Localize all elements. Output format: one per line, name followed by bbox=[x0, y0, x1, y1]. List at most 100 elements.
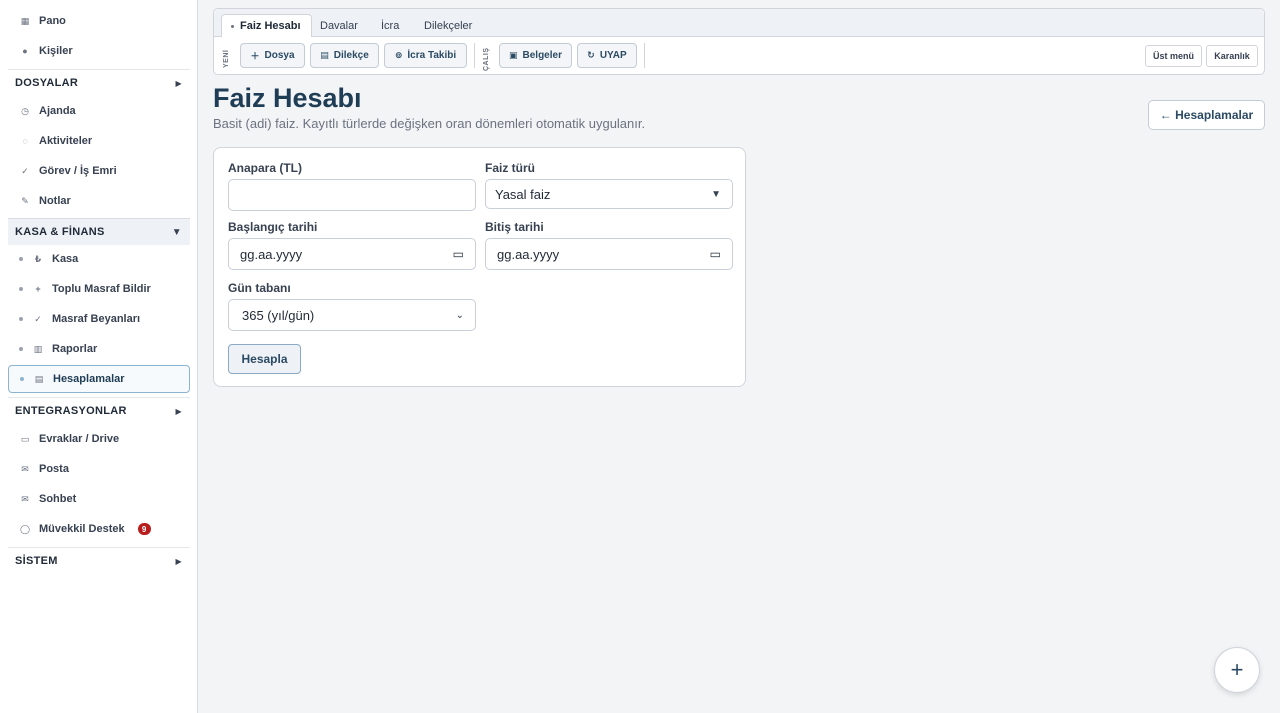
sidebar-item-kisiler[interactable]: ● Kişiler bbox=[8, 37, 190, 65]
calculation-form-card: Anapara (TL) Faiz türü Yasal faiz ▼ Başl… bbox=[213, 147, 746, 387]
section-title: DOSYALAR bbox=[15, 77, 79, 89]
chevron-down-icon: ▼ bbox=[171, 226, 182, 238]
sidebar-item-gorev[interactable]: ✓ Görev / İş Emri bbox=[8, 157, 190, 185]
new-icra-takibi-button[interactable]: ⊚ İcra Takibi bbox=[384, 43, 467, 68]
tab-dot bbox=[231, 24, 234, 28]
section-entegrasyonlar[interactable]: ENTEGRASYONLAR ▶ bbox=[8, 397, 190, 424]
select-value: Yasal faiz bbox=[495, 186, 551, 202]
sidebar-item-label: Müvekkil Destek bbox=[39, 523, 125, 535]
sidebar-item-label: Görev / İş Emri bbox=[39, 165, 117, 177]
work-group-label: ÇALIŞ bbox=[483, 47, 490, 71]
faiz-turu-label: Faiz türü bbox=[485, 161, 535, 175]
back-to-hesaplamalar-button[interactable]: ← Hesaplamalar bbox=[1148, 100, 1265, 130]
folder-icon: ▭ bbox=[20, 433, 30, 444]
new-dosya-button[interactable]: ＋ Dosya bbox=[240, 43, 305, 68]
calendar-icon: ◷ bbox=[21, 105, 29, 116]
sidebar-item-label: Posta bbox=[39, 463, 69, 475]
new-dilekce-button[interactable]: ▤ Dilekçe bbox=[310, 43, 379, 68]
tab-strip: Faiz Hesabı Davalar İcra Dilekçeler bbox=[214, 9, 1264, 37]
bar-chart-icon: ▥ bbox=[33, 343, 43, 354]
sidebar-item-toplu-masraf[interactable]: + Toplu Masraf Bildir bbox=[8, 275, 190, 303]
calendar-icon[interactable]: ▭ bbox=[710, 247, 721, 261]
faiz-turu-select[interactable]: Yasal faiz ▼ bbox=[485, 179, 733, 209]
button-label: Dilekçe bbox=[333, 50, 369, 61]
check-icon: ✓ bbox=[34, 313, 42, 324]
plus-icon: ＋ bbox=[250, 51, 260, 61]
new-group-label: YENİ bbox=[223, 49, 230, 69]
tab-dilekceler[interactable]: Dilekçeler bbox=[424, 14, 472, 37]
sidebar-item-posta[interactable]: ✉ Posta bbox=[8, 455, 190, 483]
baslangic-tarihi-input[interactable]: gg.aa.yyyy ▭ bbox=[228, 238, 476, 270]
belgeler-button[interactable]: ▣ Belgeler bbox=[499, 43, 572, 68]
baslangic-tarihi-label: Başlangıç tarihi bbox=[228, 220, 318, 234]
tab-label: Faiz Hesabı bbox=[240, 20, 301, 32]
calendar-icon[interactable]: ▭ bbox=[453, 247, 464, 261]
sidebar-item-raporlar[interactable]: ▥ Raporlar bbox=[8, 335, 190, 363]
sidebar-item-pano[interactable]: ▦ Pano bbox=[8, 7, 190, 35]
sidebar-item-label: Kişiler bbox=[39, 45, 73, 57]
sidebar-item-kasa[interactable]: ₺ Kasa bbox=[8, 245, 190, 273]
gun-tabani-label: Gün tabanı bbox=[228, 281, 291, 295]
check-icon: ✓ bbox=[21, 165, 29, 176]
date-placeholder: gg.aa.yyyy bbox=[497, 246, 560, 262]
tab-label: İcra bbox=[381, 19, 400, 32]
sidebar-item-label: Hesaplamalar bbox=[53, 373, 125, 385]
pencil-icon: ✎ bbox=[21, 195, 29, 206]
activity-icon: ◌ bbox=[22, 136, 28, 146]
button-label: İcra Takibi bbox=[407, 50, 457, 61]
date-placeholder: gg.aa.yyyy bbox=[240, 246, 303, 262]
uyap-button[interactable]: ↻ UYAP bbox=[577, 43, 637, 68]
bullet bbox=[19, 257, 23, 261]
anapara-input[interactable] bbox=[228, 179, 476, 211]
sidebar-item-label: Evraklar / Drive bbox=[39, 433, 120, 445]
sidebar-item-evraklar[interactable]: ▭ Evraklar / Drive bbox=[8, 425, 190, 453]
sidebar-item-sohbet[interactable]: ✉ Sohbet bbox=[8, 485, 190, 513]
top-menu-toggle-button[interactable]: Üst menü bbox=[1145, 45, 1202, 67]
mail-icon: ✉ bbox=[21, 463, 29, 474]
sidebar-item-aktiviteler[interactable]: ◌ Aktiviteler bbox=[8, 127, 190, 155]
chevron-right-icon: ▶ bbox=[175, 406, 182, 416]
sidebar-item-label: Aktiviteler bbox=[39, 135, 93, 147]
chat-icon: ✉ bbox=[21, 493, 29, 504]
sidebar-item-masraf-beyanlari[interactable]: ✓ Masraf Beyanları bbox=[8, 305, 190, 333]
hesapla-button[interactable]: Hesapla bbox=[228, 344, 301, 374]
chevron-down-icon: ⌄ bbox=[455, 309, 464, 321]
select-value: 365 (yıl/gün) bbox=[242, 307, 315, 323]
bitis-tarihi-input[interactable]: gg.aa.yyyy ▭ bbox=[485, 238, 733, 270]
chevron-right-icon: ▶ bbox=[175, 78, 182, 88]
lira-icon: ₺ bbox=[34, 253, 42, 264]
gun-tabani-select[interactable]: 365 (yıl/gün) ⌄ bbox=[228, 299, 476, 331]
sidebar-item-ajanda[interactable]: ◷ Ajanda bbox=[8, 97, 190, 125]
sidebar-item-muvekkil-destek[interactable]: ◯ Müvekkil Destek 9 bbox=[8, 515, 190, 543]
document-icon: ▤ bbox=[320, 50, 329, 60]
section-kasa-finans[interactable]: KASA & FİNANS ▼ bbox=[8, 218, 190, 245]
caret-down-icon: ▼ bbox=[711, 188, 721, 200]
sidebar: ▦ Pano ● Kişiler DOSYALAR ▶ ◷ Ajanda ◌ A… bbox=[0, 0, 198, 713]
sidebar-item-label: Kasa bbox=[52, 253, 79, 265]
bullet bbox=[19, 347, 23, 351]
tab-davalar[interactable]: Davalar bbox=[320, 14, 358, 37]
section-title: SİSTEM bbox=[15, 555, 58, 567]
bullet bbox=[19, 287, 23, 291]
users-icon: ● bbox=[22, 46, 28, 56]
sidebar-item-hesaplamalar[interactable]: ▤ Hesaplamalar bbox=[8, 365, 190, 393]
sidebar-item-notlar[interactable]: ✎ Notlar bbox=[8, 187, 190, 215]
sidebar-item-label: Sohbet bbox=[39, 493, 77, 505]
dark-mode-toggle-button[interactable]: Karanlık bbox=[1206, 45, 1258, 67]
binoculars-icon: ⊚ bbox=[394, 50, 403, 60]
page-title: Faiz Hesabı bbox=[213, 83, 362, 113]
section-sistem[interactable]: SİSTEM ▶ bbox=[8, 547, 190, 574]
sidebar-item-label: Pano bbox=[39, 15, 66, 27]
inbox-icon: ▣ bbox=[509, 50, 518, 60]
button-label: Dosya bbox=[264, 50, 295, 61]
anapara-label: Anapara (TL) bbox=[228, 161, 303, 175]
sidebar-item-label: Toplu Masraf Bildir bbox=[52, 283, 151, 295]
tab-icra[interactable]: İcra bbox=[381, 14, 399, 37]
section-dosyalar[interactable]: DOSYALAR ▶ bbox=[8, 69, 190, 96]
calculator-icon: ▤ bbox=[34, 373, 44, 384]
add-fab-button[interactable]: + bbox=[1214, 647, 1260, 693]
plus-icon: + bbox=[35, 284, 41, 294]
sidebar-item-label: Notlar bbox=[39, 195, 71, 207]
bullet bbox=[19, 317, 23, 321]
tab-faiz-hesabi[interactable]: Faiz Hesabı bbox=[221, 14, 312, 37]
